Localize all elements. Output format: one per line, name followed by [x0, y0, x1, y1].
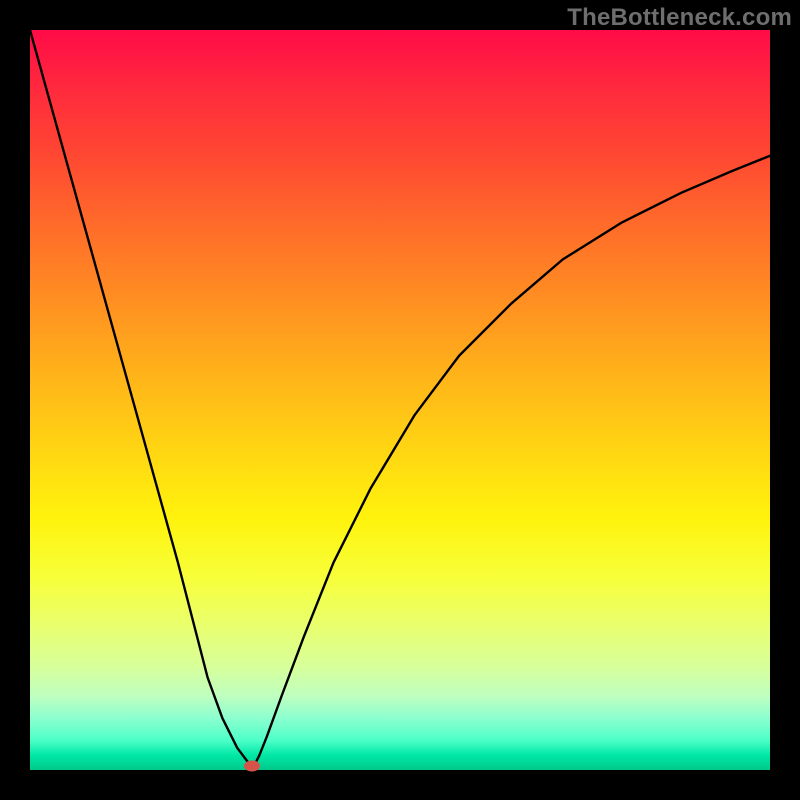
watermark-text: TheBottleneck.com — [567, 4, 792, 32]
bottleneck-curve — [30, 30, 770, 766]
minimum-marker — [244, 761, 260, 772]
curve-svg — [30, 30, 770, 770]
plot-area — [30, 30, 770, 770]
chart-frame: TheBottleneck.com — [0, 0, 800, 800]
